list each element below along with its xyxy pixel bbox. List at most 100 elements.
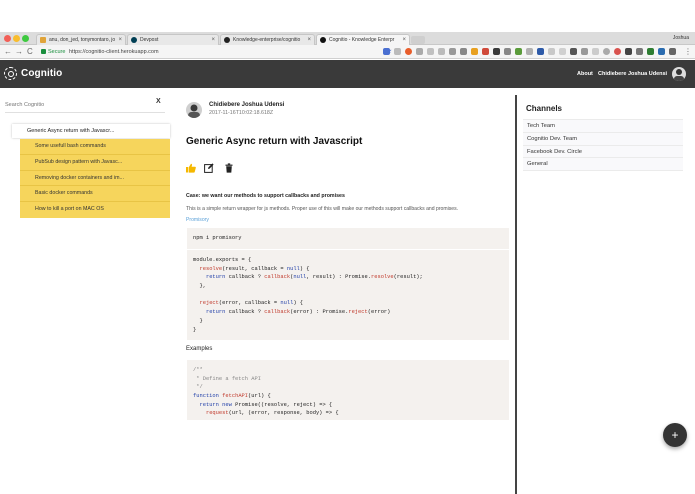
post-date: 2017-11-16T10:02:18.618Z xyxy=(209,110,274,116)
extension-icon[interactable] xyxy=(669,48,676,55)
sidebar-item-active[interactable]: Generic Async return with Javascr... xyxy=(12,124,170,138)
vertical-divider xyxy=(515,95,517,494)
tab-favicon-icon xyxy=(320,37,326,43)
avatar[interactable] xyxy=(672,67,686,81)
extension-icon[interactable] xyxy=(394,48,401,55)
search-underline xyxy=(5,112,165,113)
back-button[interactable]: ← xyxy=(4,46,12,58)
code-line: reject(error, callback = null) { xyxy=(199,300,304,307)
code-line: function fetchAPI(url) { xyxy=(193,393,271,400)
code-line: }, xyxy=(193,283,206,290)
secure-label: Secure xyxy=(48,49,66,55)
cognitio-logo-icon[interactable] xyxy=(4,67,17,80)
browser-tab-3[interactable]: Knowledge-enterprise/cognitio × xyxy=(220,34,315,45)
code-line: /** xyxy=(193,367,203,373)
brand-title[interactable]: Cognitio xyxy=(21,68,62,79)
install-code-block: npm i promisory xyxy=(187,228,509,249)
channel-item[interactable]: Facebook Dev. Circle xyxy=(523,145,683,159)
code-block: module.exports = { resolve(result, callb… xyxy=(187,250,509,341)
extension-icon[interactable] xyxy=(548,48,555,55)
tab-title: anu, don_jed, tonymontaro, jo xyxy=(49,37,116,43)
extension-icon[interactable] xyxy=(493,48,500,55)
tab-favicon-icon xyxy=(40,37,46,43)
url-text: https://cognitio-client.herokuapp.com xyxy=(69,49,159,55)
nav-about-link[interactable]: About xyxy=(577,71,593,77)
maximize-window-button[interactable] xyxy=(22,35,29,42)
browser-profile-label[interactable]: Joshua xyxy=(673,35,689,41)
promisory-link[interactable]: Promisory xyxy=(186,217,209,223)
close-window-button[interactable] xyxy=(4,35,11,42)
trash-icon[interactable] xyxy=(224,160,234,173)
extension-icon[interactable] xyxy=(471,48,478,55)
code-line: return callback ? callback(null, result)… xyxy=(205,274,423,281)
post-title: Generic Async return with Javascript xyxy=(186,136,363,147)
code-line: * Define a fetch API xyxy=(193,375,261,382)
extension-icon[interactable] xyxy=(570,48,577,55)
lock-icon xyxy=(41,49,46,54)
extension-icon[interactable] xyxy=(537,48,544,55)
extension-icon[interactable] xyxy=(559,48,566,55)
minimize-window-button[interactable] xyxy=(13,35,20,42)
extension-icon[interactable] xyxy=(614,48,621,55)
channel-item[interactable]: Cognitio Dev. Team xyxy=(523,132,683,146)
url-field[interactable]: Secure https://cognitio-client.herokuapp… xyxy=(38,47,392,57)
extension-icon[interactable] xyxy=(603,48,610,55)
channel-item[interactable]: General xyxy=(523,158,683,172)
channels-heading: Channels xyxy=(526,104,563,113)
extension-icon[interactable] xyxy=(383,48,390,55)
code-line: } xyxy=(193,317,203,324)
tab-close-icon[interactable]: × xyxy=(211,35,215,45)
extension-icon[interactable] xyxy=(482,48,489,55)
tab-favicon-icon xyxy=(131,37,137,43)
extension-icon[interactable] xyxy=(647,48,654,55)
extension-icon[interactable] xyxy=(581,48,588,55)
tab-title: Devpost xyxy=(140,37,159,43)
extension-icon[interactable] xyxy=(504,48,511,55)
browser-tab-1[interactable]: anu, don_jed, tonymontaro, jo × xyxy=(36,34,126,45)
tab-title: Knowledge-enterprise/cognitio xyxy=(233,37,301,43)
code-line: */ xyxy=(193,384,203,391)
extension-icon[interactable] xyxy=(526,48,533,55)
extension-icon[interactable] xyxy=(416,48,423,55)
github-icon xyxy=(224,37,230,43)
tab-close-icon[interactable]: × xyxy=(307,35,311,45)
sidebar-child-item[interactable]: Some usefull bash commands xyxy=(20,139,170,155)
thumbs-up-icon[interactable] xyxy=(186,160,196,173)
sidebar-child-item[interactable]: How to kill a port on MAC OS xyxy=(20,202,170,218)
extension-icon[interactable] xyxy=(449,48,456,55)
post-subheading: Case: we want our methods to support cal… xyxy=(186,193,345,199)
extension-icon[interactable] xyxy=(515,48,522,55)
reload-button[interactable]: C xyxy=(27,46,33,58)
extension-icon[interactable] xyxy=(438,48,445,55)
tab-close-icon[interactable]: × xyxy=(118,35,122,45)
sidebar-child-item[interactable]: Basic docker commands xyxy=(20,186,170,203)
tab-close-icon[interactable]: × xyxy=(402,35,406,45)
browser-tab-2[interactable]: Devpost × xyxy=(127,34,219,45)
extension-icon[interactable] xyxy=(427,48,434,55)
code-line: return new Promise((resolve, reject) => … xyxy=(199,401,333,408)
add-post-button[interactable]: + xyxy=(663,423,687,447)
extension-icon[interactable] xyxy=(592,48,599,55)
browser-tab-4[interactable]: Cognitio - Knowledge Enterpr × xyxy=(316,34,410,45)
extension-icon[interactable] xyxy=(625,48,632,55)
channel-item[interactable]: Tech Team xyxy=(523,120,683,133)
extension-icon[interactable] xyxy=(658,48,665,55)
sidebar-child-item[interactable]: Removing docker containers and im... xyxy=(20,171,170,187)
code-line: resolve(result, callback = null) { xyxy=(199,265,310,272)
code-line: request(url, (error, response, body) => … xyxy=(205,410,339,417)
extension-icon[interactable] xyxy=(636,48,643,55)
close-icon[interactable]: X xyxy=(156,98,161,105)
new-tab-button[interactable] xyxy=(411,36,425,44)
extension-icon[interactable] xyxy=(460,48,467,55)
sidebar-child-item[interactable]: PubSub design pattern with Javasc... xyxy=(20,155,170,171)
search-input[interactable] xyxy=(5,100,150,110)
forward-button[interactable]: → xyxy=(15,46,23,58)
nav-user-name[interactable]: Chidiebere Joshua Udensi xyxy=(598,71,667,77)
examples-heading: Examples xyxy=(186,346,213,352)
code-line: } xyxy=(193,326,197,333)
browser-menu-icon[interactable]: ⋮ xyxy=(684,46,692,58)
edit-icon[interactable] xyxy=(204,160,214,173)
author-name[interactable]: Chidiebere Joshua Udensi xyxy=(209,102,284,108)
extension-icon[interactable] xyxy=(405,48,412,55)
